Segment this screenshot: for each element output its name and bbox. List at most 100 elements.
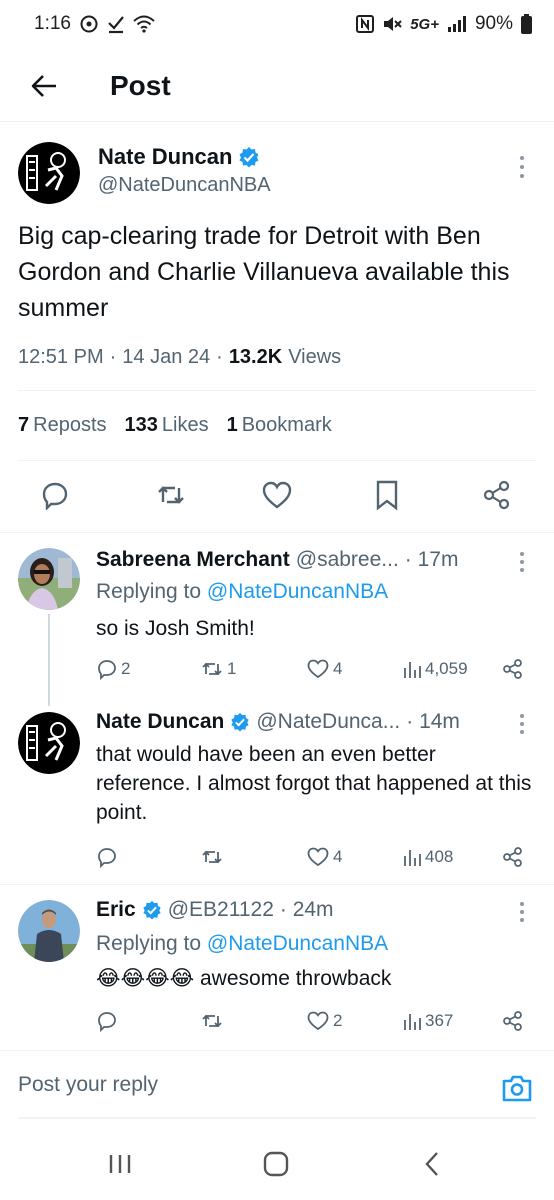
status-bar: 1:16 5G+ 90% [0, 0, 554, 48]
reply-button[interactable] [32, 472, 78, 518]
divider [18, 460, 536, 461]
nate-duncan-logo-avatar [18, 712, 80, 774]
camera-button[interactable] [500, 1071, 534, 1105]
back-button[interactable] [14, 56, 74, 116]
avatar[interactable] [18, 712, 80, 774]
reply-icon [42, 482, 68, 510]
repost-icon [202, 662, 222, 676]
reply-author-name[interactable]: Nate Duncan [96, 710, 224, 734]
like-icon [262, 481, 292, 509]
mute-icon [382, 15, 402, 33]
divider [18, 390, 536, 391]
reply-author-name[interactable]: Sabreena Merchant [96, 548, 290, 572]
repost-button[interactable] [148, 472, 194, 518]
post-text: Big cap-clearing trade for Detroit with … [18, 222, 510, 322]
reply-time: · 17m [404, 548, 459, 571]
battery-icon [521, 14, 532, 34]
share-icon [483, 480, 510, 510]
like-button[interactable]: 4 [306, 842, 342, 872]
reply-header: Nate Duncan @NateDunca... · 14m [96, 710, 460, 734]
share-button[interactable] [474, 472, 520, 518]
views-button[interactable]: 408 [402, 842, 453, 872]
nate-duncan-logo-avatar [18, 142, 80, 204]
recents-button[interactable] [98, 1144, 142, 1184]
back-icon [425, 1152, 438, 1176]
divider [0, 884, 554, 885]
more-dots-icon [520, 156, 524, 160]
views-label: Views [288, 346, 342, 368]
back-nav-button[interactable] [410, 1144, 454, 1184]
repost-button[interactable] [200, 842, 227, 872]
like-button[interactable]: 4 [306, 654, 342, 684]
share-button[interactable] [502, 842, 524, 872]
reply-author-name[interactable]: Eric [96, 898, 136, 922]
reply-text: that would have been an even better refe… [96, 743, 532, 824]
home-button[interactable] [254, 1144, 298, 1184]
views-button[interactable]: 4,059 [402, 654, 468, 684]
reply-button[interactable] [96, 1006, 121, 1036]
share-icon [503, 847, 522, 867]
views-chart-icon [404, 1014, 421, 1030]
reply-composer: Post your reply [0, 1050, 554, 1122]
reply-actions: 2 1 4 4,059 [96, 654, 536, 684]
wifi-icon [133, 15, 155, 33]
avatar[interactable] [18, 900, 80, 962]
more-dots-icon [520, 714, 524, 718]
post-stats: 7 Reposts 133 Likes 1 Bookmark [18, 414, 332, 437]
reply-author-handle[interactable]: @NateDunca... [256, 710, 400, 734]
home-icon [263, 1151, 289, 1177]
author-handle[interactable]: @NateDuncanNBA [98, 174, 271, 197]
reply-author-handle[interactable]: @EB21122 [168, 898, 274, 922]
bookmark-button[interactable] [364, 472, 410, 518]
reply-button[interactable] [96, 842, 121, 872]
divider [0, 532, 554, 533]
like-button[interactable] [254, 472, 300, 518]
like-icon [307, 1011, 329, 1031]
arrow-left-icon [31, 74, 56, 97]
reply-text: so is Josh Smith! [96, 617, 255, 640]
recents-icon [109, 1155, 131, 1173]
page-title: Post [110, 69, 171, 101]
verified-badge-icon [239, 147, 259, 168]
share-button[interactable] [502, 1006, 524, 1036]
repost-button[interactable]: 1 [200, 654, 236, 684]
reply-button[interactable]: 2 [96, 654, 130, 684]
repost-icon [158, 486, 184, 504]
avatar[interactable] [18, 548, 80, 610]
replying-to: Replying to @NateDuncanNBA [96, 932, 389, 955]
reply-input[interactable]: Post your reply [18, 1073, 158, 1097]
sabreena-avatar [18, 548, 80, 610]
replying-to-link[interactable]: @NateDuncanNBA [207, 932, 388, 955]
reply-underline [18, 1117, 536, 1119]
likes-stat[interactable]: 133 Likes [125, 414, 209, 437]
views-button[interactable]: 367 [402, 1006, 453, 1036]
bookmarks-stat[interactable]: 1 Bookmark [227, 414, 332, 437]
post-time: 12:51 PM [18, 346, 104, 368]
verified-badge-icon [231, 712, 249, 732]
nfc-icon [356, 15, 375, 33]
share-icon [503, 1011, 522, 1031]
repost-button[interactable] [200, 1006, 227, 1036]
thread-line [48, 614, 50, 706]
author-name[interactable]: Nate Duncan [98, 144, 260, 170]
reply-time: · 24m [279, 898, 334, 921]
more-options-button[interactable] [512, 550, 532, 574]
post-meta: 12:51 PM · 14 Jan 24 · 13.2K Views [18, 346, 342, 368]
reposts-stat[interactable]: 7 Reposts [18, 414, 107, 437]
share-icon [503, 659, 522, 679]
reply-author-handle[interactable]: @sabree... [296, 548, 399, 572]
like-button[interactable]: 2 [306, 1006, 342, 1036]
more-options-button[interactable] [512, 152, 532, 182]
avatar[interactable] [18, 142, 80, 204]
share-button[interactable] [502, 654, 524, 684]
emoji-laughing: 😂😂😂😂 [96, 967, 195, 990]
network-type: 5G+ [410, 15, 439, 33]
repost-icon [202, 850, 222, 864]
replying-to-link[interactable]: @NateDuncanNBA [207, 580, 388, 603]
like-icon [307, 659, 329, 679]
repost-icon [202, 1014, 222, 1028]
reply-header: Sabreena Merchant @sabree... · 17m [96, 548, 458, 572]
more-options-button[interactable] [512, 900, 532, 924]
reply-icon [98, 660, 116, 680]
more-options-button[interactable] [512, 712, 532, 736]
